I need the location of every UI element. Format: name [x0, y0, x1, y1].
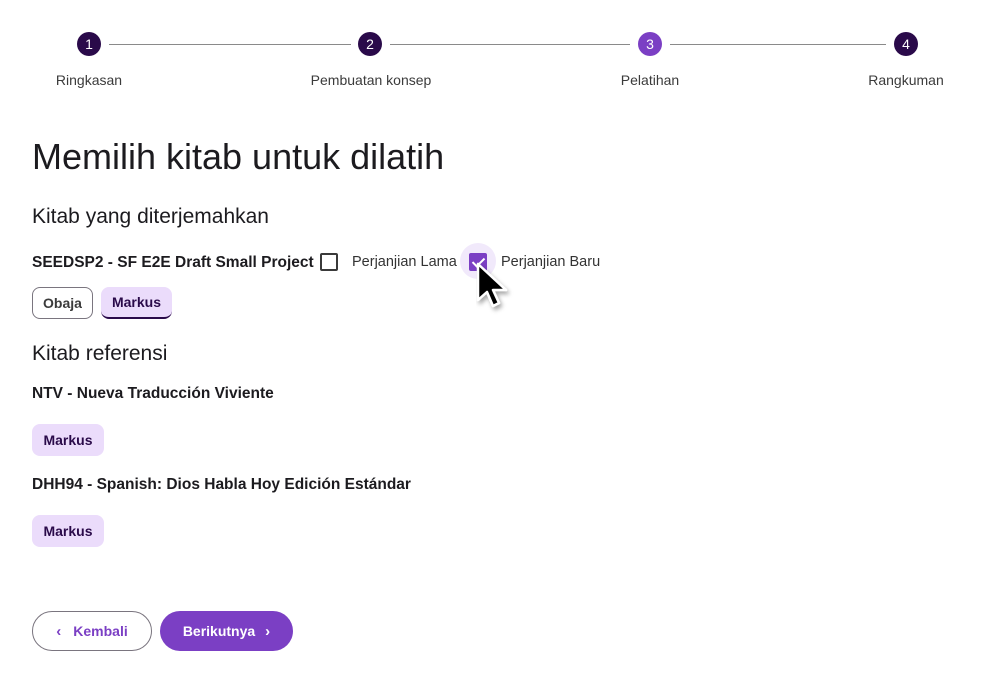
step-connector — [109, 43, 351, 45]
stepper: 1 2 3 4 Ringkasan Pembuatan konsep Pelat… — [0, 0, 1000, 100]
step-1-label: Ringkasan — [55, 72, 123, 88]
book-chip-markus[interactable]: Markus — [101, 287, 172, 319]
step-2-label: Pembuatan konsep — [310, 72, 432, 88]
old-testament-label: Perjanjian Lama — [352, 254, 457, 270]
reference-source-name: DHH94 - Spanish: Dios Habla Hoy Edición … — [32, 476, 411, 493]
step-4-indicator[interactable]: 4 — [894, 32, 918, 56]
back-button[interactable]: ‹ Kembali — [32, 611, 152, 651]
chevron-left-icon: ‹ — [56, 622, 62, 640]
page-title: Memilih kitab untuk dilatih — [32, 136, 445, 177]
reference-books-heading: Kitab referensi — [32, 342, 168, 365]
step-2-indicator[interactable]: 2 — [358, 32, 382, 56]
mouse-pointer-icon — [476, 262, 508, 308]
translated-books-heading: Kitab yang diterjemahkan — [32, 205, 269, 228]
old-testament-option[interactable]: Perjanjian Lama — [320, 253, 457, 271]
book-chip-obaja[interactable]: Obaja — [32, 287, 93, 319]
step-connector — [670, 43, 886, 45]
old-testament-checkbox[interactable] — [320, 253, 338, 271]
step-4-label: Rangkuman — [868, 72, 944, 88]
reference-book-chip-markus[interactable]: Markus — [32, 515, 104, 547]
chevron-right-icon: › — [265, 622, 271, 640]
step-3-indicator[interactable]: 3 — [638, 32, 662, 56]
next-button[interactable]: Berikutnya › — [160, 611, 293, 651]
next-button-label: Berikutnya — [182, 623, 256, 639]
step-1-indicator[interactable]: 1 — [77, 32, 101, 56]
back-button-label: Kembali — [73, 623, 128, 639]
reference-source-name: NTV - Nueva Traducción Viviente — [32, 385, 274, 402]
step-connector — [390, 43, 630, 45]
translated-project-name: SEEDSP2 - SF E2E Draft Small Project — [32, 254, 314, 271]
reference-book-chip-markus[interactable]: Markus — [32, 424, 104, 456]
step-3-label: Pelatihan — [620, 72, 680, 88]
